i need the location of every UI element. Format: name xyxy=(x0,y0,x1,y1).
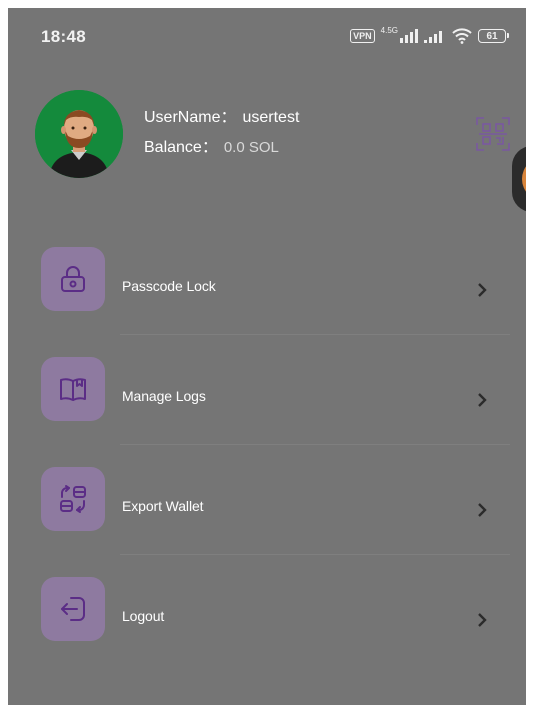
export-icon xyxy=(60,485,86,513)
avatar[interactable] xyxy=(35,90,123,178)
username-value: usertest xyxy=(242,109,300,126)
status-icons: VPN 4.5G 61 xyxy=(350,26,509,45)
balance-value: 0.0 SOL xyxy=(223,139,279,156)
menu-label-logout: Logout xyxy=(122,608,165,624)
passcode-icon-box xyxy=(41,247,105,311)
battery-level: 61 xyxy=(486,30,498,42)
balance-label: Balance： xyxy=(144,139,218,156)
menu-label-passcode-lock: Passcode Lock xyxy=(122,278,216,294)
chevron-right-icon xyxy=(478,613,487,627)
battery-icon: 61 xyxy=(478,29,509,43)
floating-assistant-bubble[interactable] xyxy=(512,146,526,212)
qr-code-icon[interactable] xyxy=(475,116,511,152)
network-type: 4.5G xyxy=(380,26,398,35)
chevron-right-icon xyxy=(478,393,487,407)
export-wallet-icon-box xyxy=(41,467,105,531)
avatar-person-icon xyxy=(35,90,123,178)
wifi-icon xyxy=(452,28,472,44)
menu-item-passcode-lock[interactable]: Passcode Lock xyxy=(8,220,526,330)
vpn-badge: VPN xyxy=(350,29,375,43)
status-bar: 18:48 VPN 4.5G 61 xyxy=(8,8,526,62)
menu-item-manage-logs[interactable]: Manage Logs xyxy=(8,330,526,440)
signal-icon xyxy=(400,29,418,43)
menu-label-manage-logs: Manage Logs xyxy=(122,388,206,404)
lock-icon xyxy=(61,266,85,292)
signal-icon-secondary xyxy=(424,31,442,43)
menu-item-logout[interactable]: Logout xyxy=(8,550,526,660)
menu-item-export-wallet[interactable]: Export Wallet xyxy=(8,440,526,550)
username-row: UserName： usertest xyxy=(144,103,299,127)
logout-icon-box xyxy=(41,577,105,641)
logout-icon xyxy=(61,597,85,621)
app-screen: 18:48 VPN 4.5G 61 UserName： usertest Bal… xyxy=(8,8,526,705)
username-label: UserName： xyxy=(144,109,237,126)
balance-row: Balance： 0.0 SOL xyxy=(144,133,279,157)
clock: 18:48 xyxy=(41,27,86,46)
chevron-right-icon xyxy=(478,283,487,297)
menu-label-export-wallet: Export Wallet xyxy=(122,498,204,514)
chevron-right-icon xyxy=(478,503,487,517)
manage-logs-icon-box xyxy=(41,357,105,421)
book-icon xyxy=(60,378,86,401)
